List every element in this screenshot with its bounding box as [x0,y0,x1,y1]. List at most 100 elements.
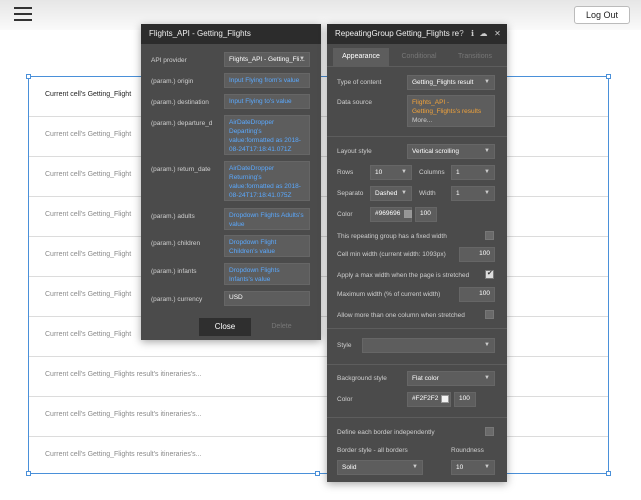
field-label: (param.) infants [151,268,197,275]
cell-text: Current cell's Getting_Flight [45,331,132,338]
rg-property-panel: RepeatingGroup Getting_Flights re ? ℹ ☁ … [327,24,507,482]
max-width-percent-field[interactable]: 100 [459,287,495,302]
field-label: (param.) departure_d [151,120,213,127]
param-currency-field[interactable]: USD [224,291,310,306]
background-style-dropdown[interactable]: Flat color ▼ [407,371,495,386]
background-opacity-field[interactable]: 100 [454,392,476,407]
field-label: Separato [337,190,364,197]
param-return-date-field[interactable]: AirDateDropper Returning's value:formatt… [224,161,310,201]
max-width-checkbox[interactable] [485,269,494,279]
cell-text: Current cell's Getting_Flights result's … [45,411,202,418]
repeating-group-row[interactable]: Current cell's Getting_Flights result's … [29,357,608,397]
cell-text: Current cell's Getting_Flights result's … [45,451,202,458]
rows-dropdown[interactable]: 10 ▼ [370,165,412,180]
background-color-swatch[interactable] [441,395,449,403]
dropdown-value: Flat color [412,375,439,382]
divider [327,417,507,418]
field-label: (param.) destination [151,99,209,106]
dropdown-value: 10 [456,464,464,471]
chevron-down-icon: ▼ [401,190,407,196]
roundness-dropdown[interactable]: 10 ▼ [451,460,495,475]
dropdown-value: Flights_API - Getting_Fli... [229,56,305,63]
multi-column-checkbox[interactable] [485,310,494,319]
divider [327,136,507,137]
data-source-value: Flights_API - Getting_Flights's results [412,99,482,115]
columns-dropdown[interactable]: 1 ▼ [451,165,495,180]
separator-color-swatch[interactable] [404,210,412,218]
field-label: Style [337,342,352,349]
param-departure-field[interactable]: AirDateDropper Departing's value:formatt… [224,115,310,155]
field-label: (param.) currency [151,296,203,303]
field-label: Maximum width (% of current width) [337,291,441,298]
field-label: Columns [419,169,445,176]
separator-opacity-field[interactable]: 100 [415,207,437,222]
api-provider-dropdown[interactable]: Flights_API - Getting_Fli... ▼ [224,52,310,67]
width-dropdown[interactable]: 1 ▼ [451,186,495,201]
comment-icon[interactable]: ☁ [479,29,488,38]
param-destination-field[interactable]: Input Flying to's value [224,94,310,109]
chevron-down-icon: ▼ [484,79,490,85]
panel-title: Flights_API - Getting_Flights [141,24,321,44]
data-source-field[interactable]: Flights_API - Getting_Flights's results … [407,95,495,127]
help-icon[interactable]: ? [457,29,466,38]
cell-min-width-field[interactable]: 100 [459,247,495,262]
param-children-field[interactable]: Dropdown Flight Children's value [224,235,310,257]
field-label: Border style - all borders [337,447,408,454]
type-of-content-dropdown[interactable]: Getting_Flights result ▼ [407,75,495,90]
delete-button[interactable]: Delete [259,318,304,336]
param-adults-field[interactable]: Dropdown Flights Adults's value [224,208,310,230]
field-label: Rows [337,169,354,176]
field-label: (param.) origin [151,78,194,85]
style-dropdown[interactable]: ▼ [362,338,495,353]
border-style-dropdown[interactable]: Solid ▼ [337,460,423,475]
field-label: API provider [151,57,187,64]
divider [327,364,507,365]
field-label: (param.) adults [151,213,195,220]
tab-appearance[interactable]: Appearance [333,48,389,66]
field-label: This repeating group has a fixed width [337,233,447,240]
dropdown-value: Getting_Flights result [412,79,474,86]
cell-text: Current cell's Getting_Flight [45,171,132,178]
tab-transitions[interactable]: Transitions [447,48,503,66]
dropdown-value: Vertical scrolling [412,148,459,155]
field-label: Width [419,190,436,197]
info-icon[interactable]: ℹ [468,29,477,38]
border-independent-checkbox[interactable] [485,427,494,436]
repeating-group-row[interactable]: Current cell's Getting_Flights result's … [29,397,608,437]
field-label: (param.) children [151,240,201,247]
field-label: Color [337,396,353,403]
tab-conditional[interactable]: Conditional [391,48,447,66]
field-label: Define each border independently [337,429,435,436]
cell-text: Current cell's Getting_Flight [45,131,132,138]
chevron-down-icon: ▼ [484,464,490,470]
chevron-down-icon: ▼ [484,190,490,196]
more-link[interactable]: More... [412,117,432,124]
close-icon[interactable]: ✕ [493,29,502,38]
field-label: Allow more than one column when stretche… [337,312,465,319]
divider [327,66,507,67]
layout-style-dropdown[interactable]: Vertical scrolling ▼ [407,144,495,159]
chevron-down-icon: ▼ [401,169,407,175]
separator-dropdown[interactable]: Dashed ▼ [370,186,412,201]
api-property-panel: Flights_API - Getting_Flights API provid… [141,24,321,340]
chevron-down-icon: ▼ [484,342,490,348]
param-infants-field[interactable]: Dropdown Flights Infants's value [224,263,310,285]
repeating-group-row[interactable]: Current cell's Getting_Flights result's … [29,437,608,477]
param-origin-field[interactable]: Input Flying from's value [224,73,310,88]
fixed-width-checkbox[interactable] [485,231,494,240]
chevron-down-icon: ▼ [484,169,490,175]
logout-button[interactable]: Log Out [574,6,630,24]
field-label: Data source [337,99,373,106]
dropdown-value: Dashed [375,190,398,197]
hamburger-menu-icon[interactable] [14,7,32,21]
divider [327,328,507,329]
close-button[interactable]: Close [199,318,251,336]
cell-text: Current cell's Getting_Flights result's … [45,371,202,378]
field-label: Cell min width (current width: 1093px) [337,251,446,258]
chevron-down-icon: ▼ [484,375,490,381]
cell-text: Current cell's Getting_Flight [45,211,132,218]
field-label: Roundness [451,447,484,454]
cell-text: Current cell's Getting_Flight [45,251,132,258]
field-label: (param.) return_date [151,166,211,173]
dropdown-value: 1 [456,190,460,197]
